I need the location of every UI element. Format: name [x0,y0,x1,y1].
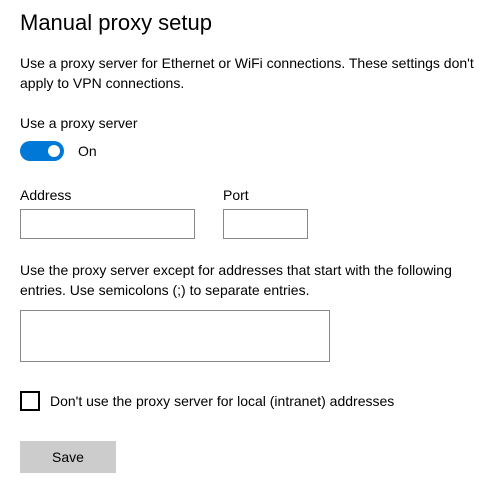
description-text: Use a proxy server for Ethernet or WiFi … [20,54,483,93]
local-bypass-row: Don't use the proxy server for local (in… [20,391,483,411]
toggle-state-label: On [78,143,97,159]
port-input[interactable] [223,209,308,239]
address-port-row: Address Port [20,187,483,239]
toggle-knob [48,145,60,157]
proxy-toggle-row: On [20,141,483,161]
port-label: Port [223,187,308,203]
page-heading: Manual proxy setup [20,10,483,36]
proxy-toggle[interactable] [20,141,64,161]
local-bypass-label: Don't use the proxy server for local (in… [50,393,394,409]
address-label: Address [20,187,195,203]
address-input[interactable] [20,209,195,239]
local-bypass-checkbox[interactable] [20,391,40,411]
exceptions-description: Use the proxy server except for addresse… [20,261,483,300]
address-field-group: Address [20,187,195,239]
save-button[interactable]: Save [20,441,116,473]
use-proxy-label: Use a proxy server [20,115,483,131]
port-field-group: Port [223,187,308,239]
exceptions-textarea[interactable] [20,310,330,362]
